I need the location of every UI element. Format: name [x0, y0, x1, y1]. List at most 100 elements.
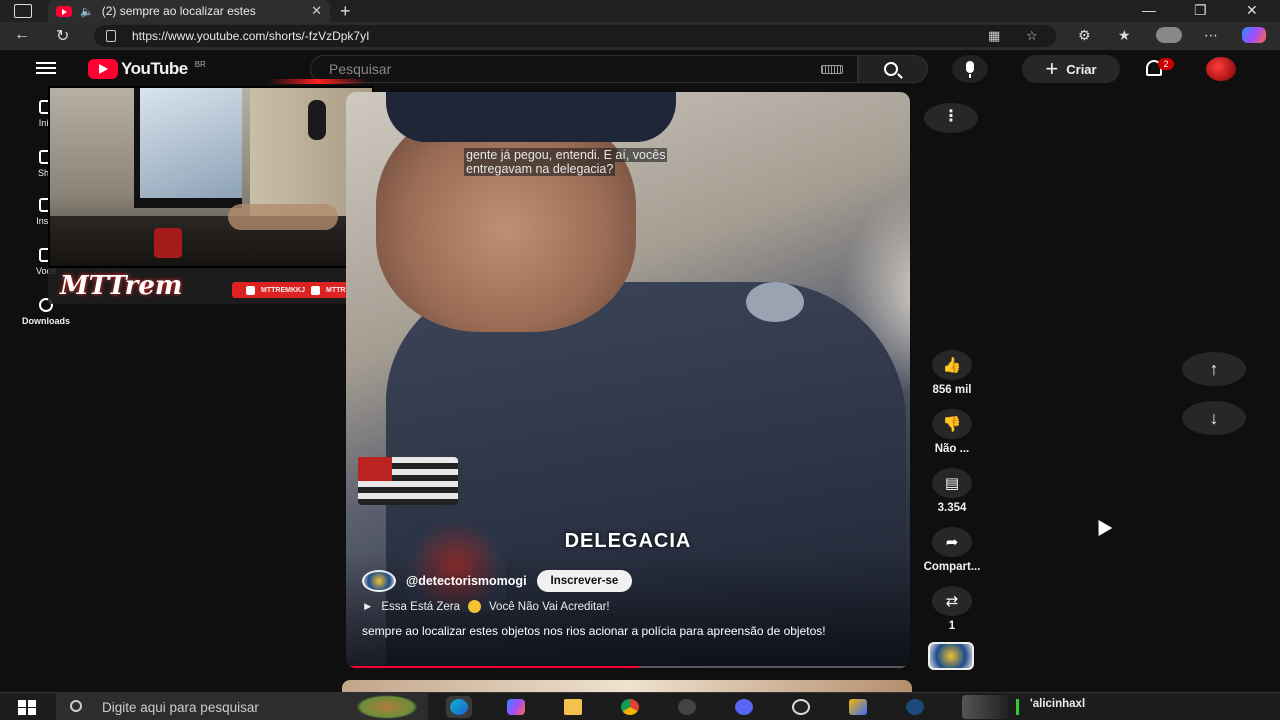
- thumbs-up-icon[interactable]: 👍: [932, 350, 972, 380]
- close-window-icon[interactable]: ✕: [1246, 2, 1258, 19]
- lock-icon: [106, 30, 116, 42]
- comment-icon[interactable]: ▤: [932, 468, 972, 498]
- tab-title: (2) sempre ao localizar estes: [101, 4, 256, 18]
- taskbar-app-arrow[interactable]: [674, 696, 700, 718]
- taskbar-obs[interactable]: [788, 696, 814, 718]
- sidebar-toggle-icon[interactable]: [14, 4, 32, 18]
- taskbar-search-box[interactable]: Digite aqui para pesquisar: [56, 693, 428, 720]
- favorite-star-icon[interactable]: ☆: [1026, 28, 1038, 44]
- close-tab-icon[interactable]: ✕: [311, 3, 322, 19]
- account-avatar[interactable]: [1206, 57, 1236, 81]
- new-tab-icon[interactable]: +: [340, 1, 351, 22]
- back-icon[interactable]: ←: [14, 26, 30, 44]
- remix-action[interactable]: ⇄ 1: [916, 586, 988, 632]
- video-scene-flag: [358, 457, 458, 505]
- windows-taskbar: Digite aqui para pesquisar 'alicinhaxl: [0, 692, 1280, 720]
- taskbar-user-thumbnail[interactable]: [962, 695, 1008, 719]
- next-short-arrow-icon[interactable]: ↓: [1182, 401, 1246, 435]
- webcam-mug: [154, 228, 182, 258]
- copilot-icon[interactable]: [1242, 27, 1266, 43]
- youtube-wordmark: YouTube: [121, 59, 188, 78]
- menu-icon[interactable]: [36, 62, 56, 74]
- share-label: Compart...: [923, 561, 981, 573]
- more-icon[interactable]: ⋯: [1204, 27, 1218, 44]
- app-available-icon[interactable]: ▦: [988, 28, 1000, 44]
- share-action[interactable]: ➦ Compart...: [916, 527, 988, 573]
- browser-toolbar: ← ↻ https://www.youtube.com/shorts/-fzVz…: [0, 22, 1280, 50]
- video-scene-patch: [746, 282, 804, 322]
- previous-short-arrow-icon[interactable]: ↑: [1182, 352, 1246, 386]
- youtube-logo[interactable]: YouTube BR: [88, 59, 206, 79]
- short-description[interactable]: sempre ao localizar estes objetos nos ri…: [362, 624, 862, 638]
- channel-name[interactable]: @detectorismomogi: [406, 574, 527, 588]
- taskbar-steam[interactable]: [902, 696, 928, 718]
- discord-icon: [735, 699, 753, 715]
- taskbar-chrome[interactable]: [617, 696, 643, 718]
- share-icon[interactable]: ➦: [932, 527, 972, 557]
- search-input[interactable]: Pesquisar: [310, 55, 858, 83]
- red-glow-decoration: [268, 79, 368, 84]
- create-button[interactable]: + Criar: [1022, 55, 1120, 83]
- taskbar-discord[interactable]: [731, 696, 757, 718]
- url-text: https://www.youtube.com/shorts/-fzVzDpk7…: [132, 29, 370, 43]
- like-count: 856 mil: [932, 384, 972, 396]
- remix-icon[interactable]: ⇄: [932, 586, 972, 616]
- channel-avatar[interactable]: [362, 570, 396, 592]
- music-title: Essa Está Zera: [381, 600, 461, 613]
- folder-icon: [564, 699, 582, 715]
- thumbs-down-icon[interactable]: 👎: [932, 409, 972, 439]
- webcam-monitor: [134, 88, 242, 208]
- search-icon: [70, 700, 82, 712]
- search-highlight-owl-icon: [356, 695, 418, 719]
- stream-logo: MTTrem: [60, 271, 183, 301]
- extensions-icon[interactable]: ⚙: [1078, 27, 1091, 44]
- region-code: BR: [194, 59, 206, 69]
- taskbar-search-placeholder: Digite aqui para pesquisar: [102, 699, 259, 715]
- video-subtitles: gente já pegou, entendi. E aí, vocês ent…: [464, 148, 764, 176]
- taskbar-user-name: 'alicinhaxl: [1030, 698, 1086, 710]
- more-options-button[interactable]: ⋮: [924, 103, 978, 133]
- favorites-icon[interactable]: ★: [1118, 27, 1131, 44]
- webcam-hand: [228, 204, 338, 230]
- dislike-action[interactable]: 👎 Não ...: [916, 409, 988, 455]
- youtube-icon: [311, 285, 320, 295]
- instagram-handle: MTTREMKKJ: [261, 286, 305, 294]
- taskbar-app-bolt[interactable]: [845, 696, 871, 718]
- taskbar-edge[interactable]: [446, 696, 472, 718]
- video-progress-fill: [346, 666, 640, 668]
- online-status-indicator: [1016, 699, 1019, 715]
- subscribe-button[interactable]: Inscrever-se: [536, 570, 633, 592]
- voice-search-button[interactable]: [952, 55, 988, 83]
- restore-icon[interactable]: ❐: [1194, 2, 1207, 19]
- plus-icon: +: [1045, 56, 1059, 81]
- taskbar-copilot[interactable]: [503, 696, 529, 718]
- taskbar-explorer[interactable]: [560, 696, 586, 718]
- sound-source-thumbnail[interactable]: [928, 642, 974, 670]
- youtube-header: YouTube BR Pesquisar + Criar 2: [0, 50, 1280, 86]
- video-progress-bar[interactable]: [346, 666, 910, 668]
- speaker-icon[interactable]: 🔈: [80, 5, 94, 18]
- obs-icon: [792, 699, 810, 715]
- guide-label: Downloads: [21, 316, 70, 326]
- minimize-icon[interactable]: —: [1142, 2, 1156, 18]
- like-action[interactable]: 👍 856 mil: [916, 350, 988, 396]
- search-button[interactable]: [858, 55, 928, 83]
- video-overlay-text: DELEGACIA: [564, 530, 692, 552]
- music-row[interactable]: ► Essa Está Zera Você Não Vai Acreditar!: [362, 600, 610, 613]
- refresh-icon[interactable]: ↻: [56, 26, 69, 46]
- webcam-microphone: [308, 100, 326, 140]
- windows-start-icon[interactable]: [18, 700, 36, 715]
- profile-avatar[interactable]: [1156, 27, 1182, 43]
- shorts-player[interactable]: gente já pegou, entendi. E aí, vocês ent…: [346, 92, 910, 668]
- subtitle-line: gente já pegou, entendi. E aí, vocês: [464, 148, 668, 162]
- video-scene-cap: [386, 92, 676, 142]
- subtitle-line: entregavam na delegacia?: [464, 162, 616, 176]
- comments-action[interactable]: ▤ 3.354: [916, 468, 988, 514]
- address-bar[interactable]: https://www.youtube.com/shorts/-fzVzDpk7…: [94, 25, 1056, 47]
- browser-tab-active[interactable]: 🔈 (2) sempre ao localizar estes ✕: [48, 0, 330, 22]
- scared-emoji-icon: [468, 600, 482, 613]
- keyboard-icon[interactable]: [821, 65, 843, 74]
- next-short-preview[interactable]: [342, 680, 912, 692]
- video-scene-head: [376, 92, 676, 332]
- search-icon: [884, 62, 898, 76]
